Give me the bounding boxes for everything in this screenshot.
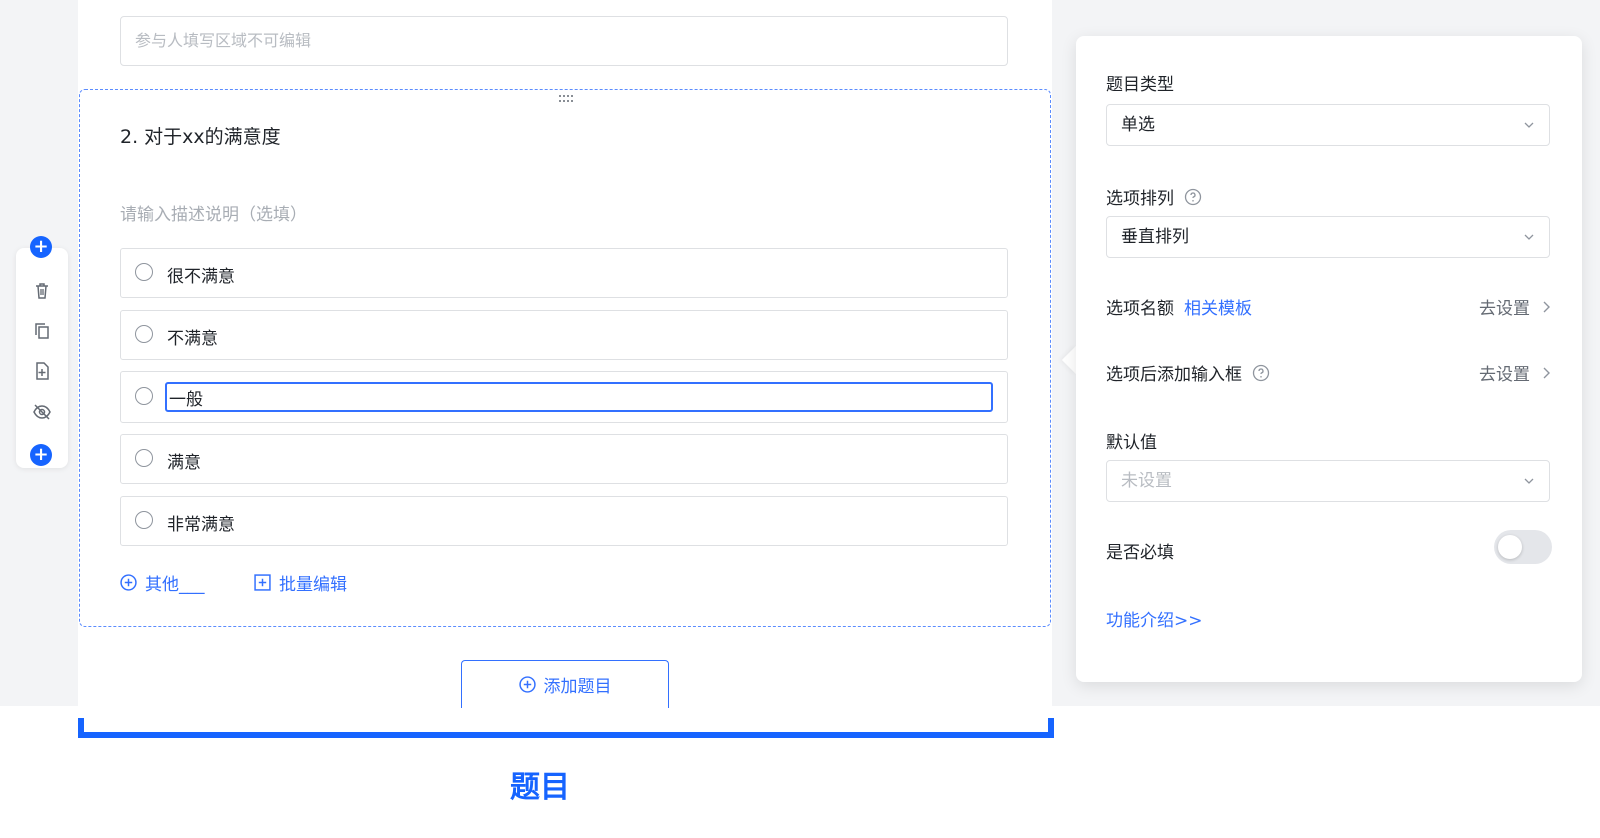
add-input-label: 选项后添加输入框	[1106, 360, 1270, 385]
question-type-value: 单选	[1121, 115, 1155, 135]
required-label-text: 是否必填	[1106, 543, 1174, 563]
question-type-select[interactable]: 单选	[1106, 104, 1550, 146]
option-item[interactable]: 非常满意	[120, 496, 1008, 546]
annotation-bracket	[78, 718, 1054, 738]
insert-below-plus-icon[interactable]: +	[30, 444, 52, 466]
chevron-down-icon	[1524, 122, 1534, 128]
option-label[interactable]: 不满意	[167, 324, 218, 349]
add-other-label: 其他___	[145, 575, 205, 595]
chevron-right-icon	[1543, 301, 1550, 312]
radio-icon	[135, 387, 153, 405]
required-label: 是否必填	[1106, 538, 1174, 563]
go-set-label: 去设置	[1479, 365, 1530, 385]
question-type-label-text: 题目类型	[1106, 75, 1174, 95]
related-template-link[interactable]: 相关模板	[1184, 294, 1252, 319]
option-layout-select[interactable]: 垂直排列	[1106, 216, 1550, 258]
plus-square-icon	[254, 574, 271, 591]
option-label[interactable]: 一般	[169, 385, 203, 410]
feature-intro-link[interactable]: 功能介绍>>	[1106, 606, 1203, 631]
option-item[interactable]: 很不满意	[120, 248, 1008, 298]
insert-above-plus-icon[interactable]: +	[30, 236, 52, 258]
chevron-down-icon	[1524, 478, 1534, 484]
option-layout-value: 垂直排列	[1121, 227, 1189, 247]
add-page-icon[interactable]	[32, 361, 52, 381]
copy-icon[interactable]	[32, 321, 52, 341]
required-toggle[interactable]	[1494, 530, 1552, 564]
delete-icon[interactable]	[32, 281, 52, 301]
option-layout-label: 选项排列	[1106, 184, 1202, 209]
drag-handle-icon[interactable]	[558, 94, 576, 104]
help-icon[interactable]	[1252, 364, 1270, 382]
option-label[interactable]: 很不满意	[167, 262, 235, 287]
radio-icon	[135, 449, 153, 467]
annotation-caption: 题目	[510, 770, 570, 805]
settings-panel: 题目类型 单选 选项排列 垂直排列 选项名额 相关模板 去设置 选项后添加输入框	[1076, 36, 1582, 682]
feature-intro-text: 功能介绍>>	[1106, 611, 1203, 631]
toggle-knob	[1498, 535, 1522, 559]
option-quota-label-text: 选项名额	[1106, 299, 1174, 319]
go-set-label: 去设置	[1479, 299, 1530, 319]
question-title[interactable]: 2. 对于xx的满意度	[120, 122, 281, 149]
chevron-down-icon	[1524, 234, 1534, 240]
option-layout-label-text: 选项排列	[1106, 189, 1174, 209]
plus-circle-icon	[120, 574, 137, 591]
add-input-go-set[interactable]: 去设置	[1479, 360, 1552, 385]
option-label[interactable]: 满意	[167, 448, 201, 473]
question-description-input[interactable]: 请输入描述说明（选填）	[120, 200, 307, 225]
chevron-right-icon	[1543, 367, 1550, 378]
hide-eye-icon[interactable]	[32, 402, 52, 422]
option-edit-input[interactable]	[165, 382, 993, 412]
option-item[interactable]: 不满意	[120, 310, 1008, 360]
question-card[interactable]: 2. 对于xx的满意度 请输入描述说明（选填） 很不满意 不满意 一般 满意 非…	[79, 89, 1051, 627]
question-type-label: 题目类型	[1106, 70, 1174, 95]
add-other-button[interactable]: 其他___	[120, 570, 205, 595]
plus-circle-icon	[518, 676, 536, 693]
option-label[interactable]: 非常满意	[167, 510, 235, 535]
radio-icon	[135, 263, 153, 281]
option-item[interactable]: 满意	[120, 434, 1008, 484]
batch-edit-button[interactable]: 批量编辑	[254, 570, 347, 595]
default-value-select[interactable]: 未设置	[1106, 460, 1550, 502]
add-question-label: 添加题目	[543, 677, 612, 697]
default-value-label-text: 默认值	[1106, 433, 1157, 453]
add-input-label-text: 选项后添加输入框	[1106, 365, 1242, 385]
option-quota-go-set[interactable]: 去设置	[1479, 294, 1552, 319]
readonly-placeholder: 参与人填写区域不可编辑	[135, 31, 312, 50]
default-value-label: 默认值	[1106, 428, 1157, 453]
option-item-editing[interactable]: 一般	[120, 371, 1008, 423]
add-question-button[interactable]: 添加题目	[461, 660, 669, 708]
readonly-answer-area: 参与人填写区域不可编辑	[120, 16, 1008, 66]
batch-edit-label: 批量编辑	[279, 575, 347, 595]
radio-icon	[135, 511, 153, 529]
option-quota-label: 选项名额 相关模板	[1106, 294, 1252, 319]
help-icon[interactable]	[1184, 188, 1202, 206]
default-value-placeholder: 未设置	[1121, 471, 1172, 491]
radio-icon	[135, 325, 153, 343]
